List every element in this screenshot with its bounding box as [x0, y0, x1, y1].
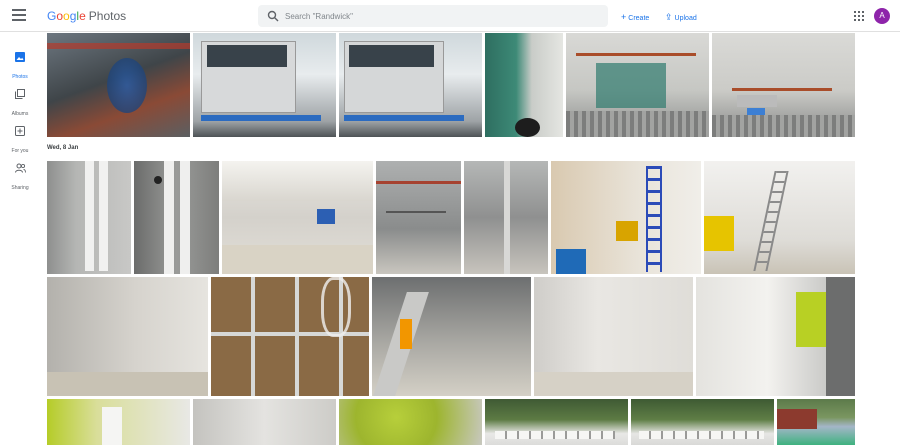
top-bar: GooglePhotos +Create ⇪Upload A	[0, 0, 900, 32]
sidebar-item-photos[interactable]: Photos	[0, 52, 40, 83]
photo-thumbnail[interactable]	[464, 161, 548, 274]
main-menu-icon[interactable]	[12, 9, 26, 23]
logo-letter: o	[63, 9, 70, 23]
photo-thumbnail[interactable]	[339, 399, 482, 445]
product-name: Photos	[88, 9, 127, 23]
photo-thumbnail[interactable]	[551, 161, 701, 274]
photo-thumbnail[interactable]	[566, 33, 709, 137]
avatar[interactable]: A	[874, 8, 890, 24]
photo-thumbnail[interactable]	[193, 33, 336, 137]
photo-thumbnail[interactable]	[631, 399, 774, 445]
photo-icon	[15, 52, 25, 62]
upload-icon: ⇪	[665, 12, 673, 22]
photo-thumbnail[interactable]	[777, 399, 855, 445]
people-icon	[14, 163, 26, 173]
photo-thumbnail[interactable]	[712, 33, 855, 137]
logo-letter: e	[79, 9, 86, 23]
photo-thumbnail[interactable]	[211, 277, 369, 396]
photo-thumbnail[interactable]	[47, 277, 208, 396]
google-photos-logo[interactable]: Google Photos	[47, 9, 126, 23]
photo-thumbnail[interactable]	[222, 161, 373, 274]
photo-thumbnail[interactable]	[485, 33, 563, 137]
date-group-label: Wed, 8 Jan	[47, 145, 79, 151]
sidebar: Photos Albums For you Sharing	[0, 33, 40, 445]
sidebar-item-for-you[interactable]: For you	[0, 126, 40, 157]
search-icon[interactable]	[267, 10, 279, 22]
sidebar-item-label: Sharing	[11, 185, 29, 191]
sidebar-item-label: Albums	[11, 111, 29, 117]
assistant-icon	[15, 126, 25, 136]
logo-letter: G	[47, 9, 57, 23]
photo-thumbnail[interactable]	[47, 161, 131, 274]
photo-thumbnail[interactable]	[47, 33, 190, 137]
photo-thumbnail[interactable]	[372, 277, 531, 396]
sidebar-item-albums[interactable]: Albums	[0, 89, 40, 120]
search-bar[interactable]	[258, 5, 608, 27]
photo-thumbnail[interactable]	[696, 277, 855, 396]
photo-thumbnail[interactable]	[134, 161, 219, 274]
photo-thumbnail[interactable]	[47, 399, 190, 445]
plus-icon: +	[621, 12, 627, 22]
apps-grid-icon[interactable]	[854, 11, 864, 21]
photo-thumbnail[interactable]	[485, 399, 628, 445]
sidebar-item-label: For you	[11, 148, 29, 154]
create-label: Create	[628, 15, 650, 22]
photo-thumbnail[interactable]	[339, 33, 482, 137]
search-input[interactable]	[285, 8, 585, 24]
photo-thumbnail[interactable]	[534, 277, 693, 396]
upload-button[interactable]: ⇪ Upload	[665, 12, 697, 23]
photo-thumbnail[interactable]	[704, 161, 855, 274]
photo-thumbnail[interactable]	[376, 161, 461, 274]
photo-thumbnail[interactable]	[193, 399, 336, 445]
sidebar-item-label: Photos	[12, 74, 28, 80]
upload-label: Upload	[674, 15, 697, 22]
sidebar-item-sharing[interactable]: Sharing	[0, 163, 40, 194]
create-button[interactable]: + Create	[621, 12, 649, 22]
album-icon	[15, 89, 25, 99]
